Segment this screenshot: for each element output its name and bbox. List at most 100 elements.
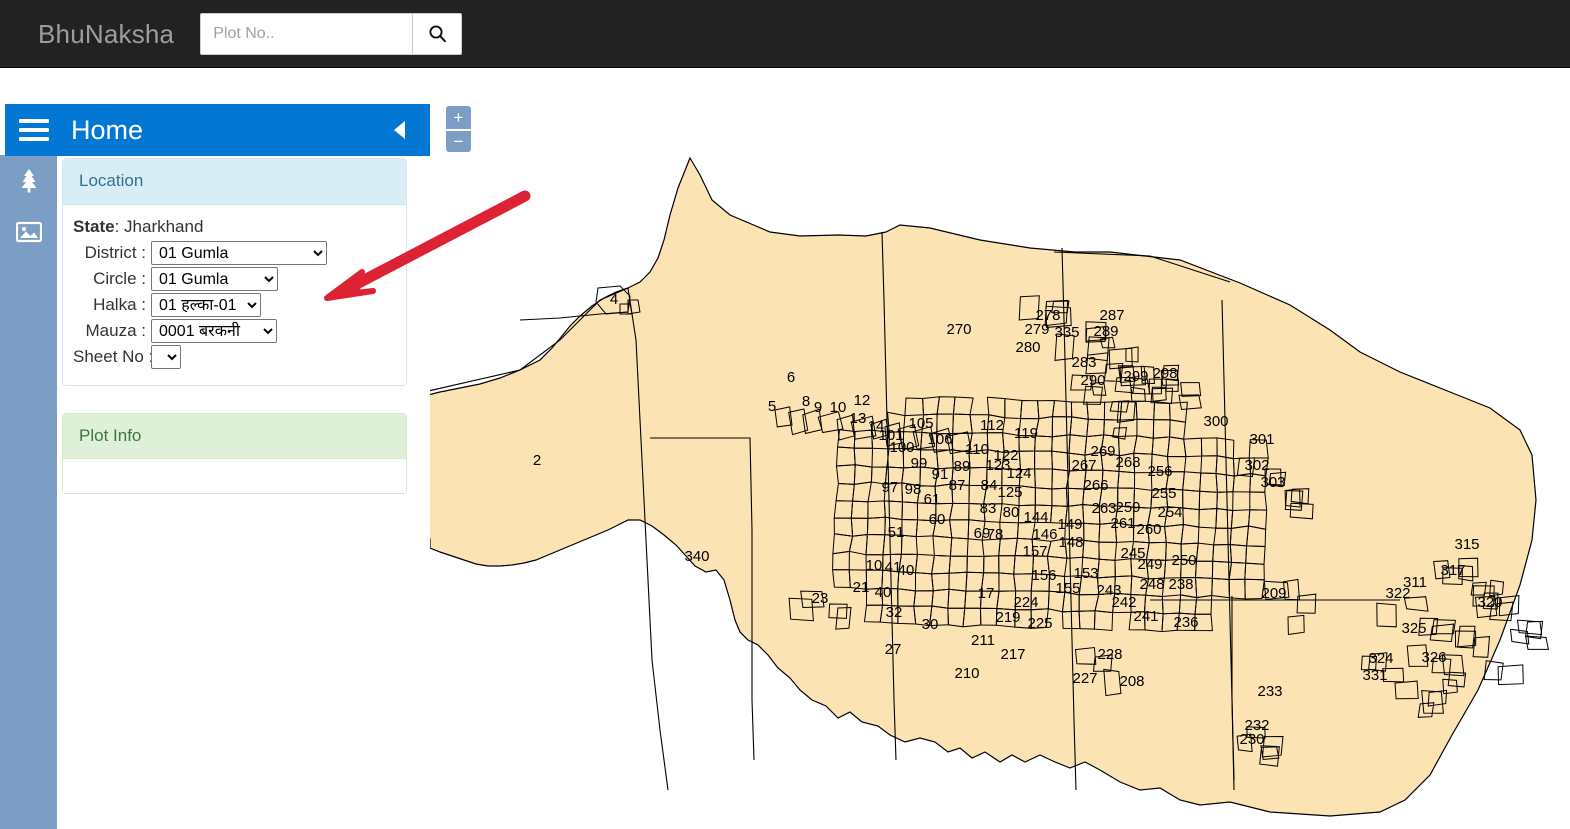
sheet-no-row: Sheet No : [73, 345, 392, 370]
plot-number-label: 210 [954, 665, 979, 682]
plot-number-label: 289 [1093, 323, 1118, 340]
plot-number-label: 21 [853, 579, 870, 596]
plot-number-label: 228 [1097, 646, 1122, 663]
map-canvas[interactable]: 4234027030023320827568910121314101100105… [430, 68, 1570, 829]
halka-label: Halka : [73, 295, 151, 315]
plot-number-label: 84 [981, 477, 998, 494]
plot-number-label: 32 [886, 604, 903, 621]
halka-row: Halka : 01 हल्का-01 [73, 293, 392, 318]
plot-number-label: 324 [1368, 650, 1393, 667]
plot-number-label: 320 [1477, 594, 1502, 611]
hamburger-icon[interactable] [19, 119, 49, 141]
plot-number-label: 256 [1147, 463, 1172, 480]
plot-number-label: 241 [1133, 608, 1158, 625]
tree-icon [17, 168, 41, 194]
plot-number-label: 153 [1073, 565, 1098, 582]
plot-number-label: 9 [814, 399, 822, 416]
plot-number-label: 146 [1032, 526, 1057, 543]
search-input[interactable] [201, 14, 412, 54]
plot-number-label: 298 [1152, 365, 1177, 382]
plot-number-label: 225 [1027, 615, 1052, 632]
plot-number-label: 10 [830, 399, 847, 416]
plot-number-label: 268 [1115, 454, 1140, 471]
plot-number-label: 300 [1203, 413, 1228, 430]
sheet-no-select[interactable] [151, 345, 181, 369]
plot-number-label: 248 [1139, 576, 1164, 593]
circle-row: Circle : 01 Gumla [73, 267, 392, 292]
plot-number-label: 105 [908, 415, 933, 432]
plot-number-label: 249 [1137, 556, 1162, 573]
plot-number-label: 60 [929, 511, 946, 528]
cadastral-map-svg: 4234027030023320827568910121314101100105… [430, 68, 1570, 829]
plot-number-label: 261 [1110, 515, 1135, 532]
plot-info-card-title: Plot Info [63, 414, 406, 460]
sidebar-item-layers-tree[interactable] [0, 155, 57, 206]
plot-info-card-body [63, 459, 406, 493]
plot-number-label: 40 [875, 584, 892, 601]
plot-number-label: 13 [850, 410, 867, 427]
plot-number-label: 331 [1362, 667, 1387, 684]
plot-number-label: 99 [911, 455, 928, 472]
plot-info-card: Plot Info [62, 413, 407, 495]
district-label: District : [73, 243, 151, 263]
plot-number-label: 219 [995, 609, 1020, 626]
top-navbar: BhuNaksha [0, 0, 1570, 68]
plot-number-label: 317 [1440, 562, 1465, 579]
zoom-out-button[interactable]: − [446, 129, 471, 152]
plot-number-label: 17 [978, 585, 995, 602]
left-icon-rail [0, 155, 57, 829]
plot-number-label: 340 [684, 548, 709, 565]
plot-number-label: 290 [1080, 372, 1105, 389]
plot-number-label: 106 [927, 431, 952, 448]
plot-number-label: 157 [1022, 543, 1047, 560]
halka-select[interactable]: 01 हल्का-01 [151, 293, 261, 317]
plot-number-label: 325 [1401, 620, 1426, 637]
plot-number-label: 255 [1151, 485, 1176, 502]
location-card: Location State: Jharkhand District : 01 … [62, 158, 407, 386]
plot-number-label: 110 [965, 441, 989, 458]
plot-number-label: 236 [1173, 614, 1198, 631]
zoom-in-button[interactable]: + [446, 106, 471, 129]
chevron-left-icon[interactable] [382, 104, 416, 156]
map-zoom-controls: + − [446, 106, 471, 152]
page-title: Home [71, 115, 382, 146]
plot-number-label: 100 [889, 439, 914, 456]
plot-number-label: 119 [1014, 425, 1038, 442]
plot-number-label: 91 [932, 466, 949, 483]
plot-number-label: 254 [1157, 504, 1182, 521]
plot-number-label: 10 [866, 557, 883, 574]
plot-number-label: 6 [787, 369, 795, 386]
search-icon [428, 24, 447, 43]
plot-number-label: 5 [768, 398, 776, 415]
mauza-label: Mauza : [73, 321, 151, 341]
plot-number-label: 266 [1083, 477, 1108, 494]
district-select[interactable]: 01 Gumla [151, 241, 327, 265]
plot-number-label: 211 [971, 632, 995, 649]
sidebar-item-basemap-image[interactable] [0, 206, 57, 257]
plot-number-label: 30 [922, 616, 939, 633]
plot-number-label: 89 [954, 458, 971, 475]
plot-number-label: 260 [1136, 521, 1161, 538]
plot-number-label: 299 [1123, 368, 1148, 385]
plot-number-label: 87 [949, 477, 966, 494]
district-row: District : 01 Gumla [73, 241, 392, 266]
plot-search-group [200, 13, 462, 55]
plot-number-label: 315 [1454, 536, 1479, 553]
circle-select[interactable]: 01 Gumla [151, 267, 278, 291]
plot-number-label: 280 [1015, 339, 1040, 356]
sidebar-panel: Location State: Jharkhand District : 01 … [57, 156, 430, 829]
brand-title: BhuNaksha [0, 21, 192, 47]
sheet-no-label: Sheet No : [73, 347, 151, 367]
plot-number-label: 2 [533, 452, 541, 469]
search-button[interactable] [412, 14, 461, 54]
plot-number-label: 40 [898, 562, 915, 579]
plot-number-label: 335 [1054, 324, 1079, 341]
plot-number-label: 303 [1260, 474, 1285, 491]
plot-number-label: 224 [1013, 594, 1038, 611]
location-card-body: State: Jharkhand District : 01 Gumla Cir… [63, 205, 406, 385]
plot-number-label: 232 [1244, 717, 1269, 734]
mauza-select[interactable]: 0001 बरकनी [151, 319, 277, 343]
plot-number-label: 83 [980, 500, 997, 517]
plot-number-label: 302 [1244, 457, 1269, 474]
plot-number-label: 270 [946, 321, 971, 338]
